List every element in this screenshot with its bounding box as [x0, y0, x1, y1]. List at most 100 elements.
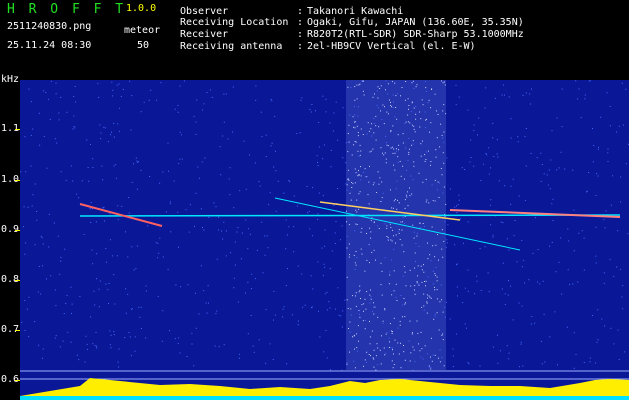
noise-speckle-dot	[422, 358, 424, 360]
noise-speckle-dot	[333, 204, 335, 206]
noise-speckle-dot	[382, 320, 384, 322]
interference-band	[346, 80, 446, 370]
noise-speckle-dot	[222, 238, 224, 240]
noise-speckle-dot	[429, 131, 430, 133]
noise-speckle-dot	[363, 365, 364, 367]
noise-speckle-dot	[421, 99, 423, 101]
noise-speckle-dot	[232, 131, 233, 133]
noise-speckle-dot	[617, 230, 619, 232]
noise-speckle-dot	[443, 186, 445, 188]
noise-speckle-dot	[139, 316, 141, 318]
noise-speckle-dot	[366, 233, 367, 234]
noise-speckle-dot	[179, 85, 181, 87]
noise-speckle-dot	[93, 290, 95, 292]
noise-speckle-dot	[404, 271, 406, 273]
noise-speckle-dot	[508, 249, 510, 251]
noise-speckle-dot	[264, 254, 266, 256]
noise-speckle-dot	[401, 244, 403, 246]
noise-speckle-dot	[180, 286, 182, 288]
noise-speckle-dot	[418, 284, 420, 286]
noise-speckle-dot	[309, 109, 311, 110]
noise-speckle-dot	[237, 227, 239, 229]
noise-speckle-dot	[394, 116, 396, 118]
noise-speckle-dot	[301, 97, 303, 99]
noise-speckle-dot	[387, 113, 389, 115]
info-value: 2el-HB9CV Vertical (el. E-W)	[307, 41, 476, 52]
noise-speckle-dot	[420, 155, 422, 157]
noise-speckle-dot	[428, 99, 430, 101]
noise-speckle-dot	[264, 235, 266, 237]
noise-speckle-dot	[198, 313, 200, 315]
info-key: Receiving Location	[180, 17, 289, 28]
noise-speckle-dot	[34, 183, 36, 185]
noise-speckle-dot	[94, 345, 96, 347]
noise-speckle-dot	[388, 337, 390, 339]
noise-speckle-dot	[442, 311, 444, 313]
noise-speckle-dot	[346, 299, 348, 301]
noise-speckle-dot	[360, 128, 362, 130]
noise-speckle-dot	[311, 307, 312, 309]
noise-speckle-dot	[249, 154, 250, 156]
noise-speckle-dot	[444, 221, 446, 223]
noise-speckle-dot	[368, 181, 370, 183]
noise-speckle-dot	[27, 206, 29, 208]
noise-speckle-dot	[514, 220, 516, 221]
noise-speckle-dot	[355, 305, 357, 307]
noise-speckle-dot	[596, 173, 598, 175]
noise-speckle-dot	[266, 235, 268, 237]
noise-speckle-dot	[403, 298, 405, 299]
noise-speckle-dot	[419, 222, 421, 224]
noise-speckle-dot	[424, 345, 426, 347]
noise-speckle-dot	[445, 316, 446, 318]
noise-speckle-dot	[373, 313, 375, 315]
noise-speckle-dot	[435, 156, 437, 158]
noise-speckle-dot	[513, 235, 515, 237]
noise-speckle-dot	[195, 121, 197, 123]
noise-speckle-dot	[324, 229, 326, 231]
noise-speckle-dot	[530, 323, 532, 325]
noise-speckle-dot	[78, 197, 80, 199]
noise-speckle-dot	[50, 80, 52, 82]
noise-speckle-dot	[331, 250, 333, 252]
noise-speckle-dot	[531, 316, 533, 317]
noise-speckle-dot	[255, 99, 257, 101]
noise-speckle-dot	[573, 209, 575, 211]
noise-speckle-dot	[436, 189, 438, 191]
noise-speckle-dot	[167, 268, 169, 270]
noise-speckle-dot	[370, 231, 372, 233]
noise-speckle-dot	[470, 139, 472, 141]
noise-speckle-dot	[412, 224, 414, 226]
noise-speckle-dot	[95, 331, 97, 333]
noise-speckle-dot	[323, 144, 325, 146]
noise-speckle-dot	[575, 80, 577, 82]
noise-speckle-dot	[370, 128, 372, 130]
noise-speckle-dot	[97, 83, 99, 85]
noise-speckle-dot	[550, 159, 552, 161]
noise-speckle-dot	[446, 242, 448, 244]
noise-speckle-dot	[299, 132, 301, 134]
noise-speckle-dot	[413, 125, 415, 127]
noise-speckle-dot	[452, 348, 454, 350]
noise-speckle-dot	[547, 184, 549, 186]
noise-speckle-dot	[92, 263, 94, 265]
noise-speckle-dot	[357, 115, 359, 117]
noise-speckle-dot	[583, 269, 585, 271]
noise-speckle-dot	[113, 122, 115, 124]
noise-speckle-dot	[377, 347, 379, 349]
noise-speckle-dot	[403, 351, 405, 353]
noise-speckle-dot	[405, 147, 407, 149]
noise-speckle-dot	[484, 246, 486, 248]
noise-speckle-dot	[425, 127, 427, 129]
noise-speckle-dot	[389, 323, 391, 325]
noise-speckle-dot	[624, 351, 626, 353]
noise-speckle-dot	[372, 148, 374, 150]
noise-speckle-dot	[606, 92, 608, 94]
noise-speckle-dot	[392, 152, 394, 154]
noise-speckle-dot	[111, 131, 112, 133]
noise-speckle-dot	[175, 284, 177, 286]
noise-speckle-dot	[503, 84, 505, 86]
info-separator: :	[297, 6, 304, 17]
noise-speckle-dot	[354, 105, 355, 107]
noise-speckle-dot	[381, 197, 383, 199]
noise-speckle-dot	[300, 99, 302, 101]
